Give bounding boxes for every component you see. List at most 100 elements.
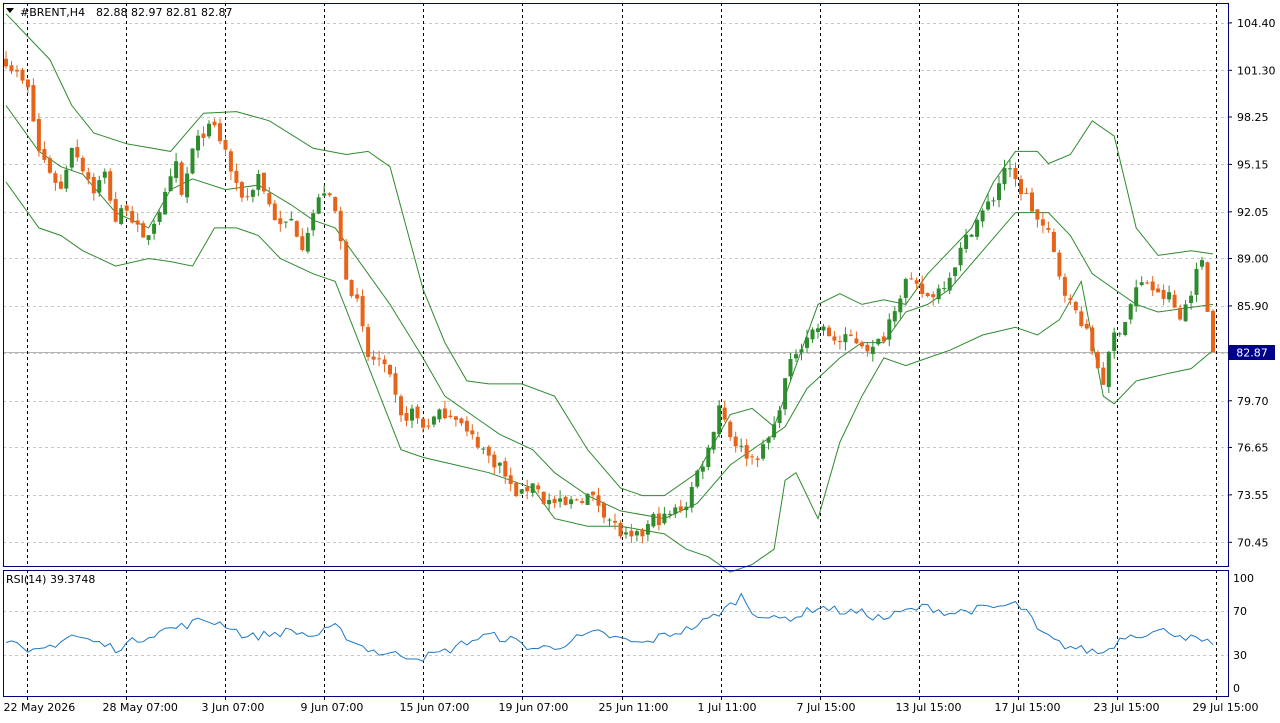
candle-164 xyxy=(903,277,908,306)
candle-body xyxy=(250,190,255,197)
time-tick-label-11: 23 Jul 15:00 xyxy=(1094,701,1160,714)
candle-body xyxy=(36,119,41,152)
candle-53 xyxy=(294,220,299,238)
candle-body xyxy=(289,218,294,221)
candle-147 xyxy=(810,327,815,343)
candle-146 xyxy=(805,329,809,353)
candle-body xyxy=(300,236,305,250)
candle-186 xyxy=(1024,187,1029,194)
candle-body xyxy=(157,212,162,222)
candle-body xyxy=(42,149,47,160)
candle-body xyxy=(366,327,371,357)
candle-body xyxy=(453,416,458,420)
chart-canvas[interactable]: 104.40 101.30 98.25 95.15 92.05 89.00 85.90 82.… xyxy=(0,0,1280,720)
candle-2 xyxy=(15,65,19,78)
candle-body xyxy=(190,148,195,174)
candle-209 xyxy=(1150,276,1155,297)
candle-body xyxy=(558,498,563,502)
candle-151 xyxy=(832,331,837,345)
candle-101 xyxy=(558,490,563,508)
candle-215 xyxy=(1183,300,1188,322)
candle-body xyxy=(355,294,360,299)
candle-body xyxy=(656,513,661,526)
candle-56 xyxy=(311,209,316,236)
candle-133 xyxy=(733,431,738,453)
candle-body xyxy=(1205,262,1210,312)
candle-17 xyxy=(97,175,102,197)
candle-body xyxy=(1084,323,1089,329)
candle-body xyxy=(964,234,969,249)
candle-body xyxy=(508,475,513,484)
candle-19 xyxy=(108,168,113,204)
candle-body xyxy=(1172,294,1177,308)
candle-206 xyxy=(1134,279,1139,312)
chart-window[interactable]: 104.40 101.30 98.25 95.15 92.05 89.00 85.90 82.… xyxy=(0,0,1280,720)
candle-body xyxy=(931,294,936,298)
candle-body xyxy=(311,213,316,231)
candle-198 xyxy=(1090,325,1095,355)
current-price-marker: 82.87 xyxy=(1229,345,1275,360)
dropdown-arrow-icon[interactable] xyxy=(6,8,14,13)
candle-body xyxy=(152,223,157,234)
candle-69 xyxy=(382,355,387,373)
candle-60 xyxy=(333,196,338,214)
candle-72 xyxy=(399,394,403,422)
candle-body xyxy=(953,267,958,276)
candle-body xyxy=(821,326,826,331)
candle-172 xyxy=(947,272,952,295)
candle-body xyxy=(1040,219,1045,226)
candle-body xyxy=(640,529,645,537)
candle-body xyxy=(837,341,842,343)
candle-106 xyxy=(585,493,590,505)
time-tick-label-5: 19 Jun 07:00 xyxy=(499,701,569,714)
candle-body xyxy=(695,470,700,487)
candle-130 xyxy=(717,400,722,438)
candle-body xyxy=(69,148,74,168)
candle-204 xyxy=(1123,321,1128,337)
candle-body xyxy=(980,210,985,222)
candle-27 xyxy=(152,219,157,240)
candle-98 xyxy=(541,491,546,505)
candle-33 xyxy=(185,167,190,204)
time-tick-label-0: 22 May 2026 xyxy=(4,701,76,714)
candle-body xyxy=(958,247,963,266)
candle-171 xyxy=(942,281,947,292)
candle-128 xyxy=(706,444,711,471)
candle-body xyxy=(393,373,398,395)
candle-58 xyxy=(322,185,327,197)
candle-body xyxy=(848,334,853,336)
candle-body xyxy=(86,172,91,180)
candle-44 xyxy=(245,188,250,201)
candle-12 xyxy=(69,147,74,171)
candle-51 xyxy=(283,221,288,229)
candle-149 xyxy=(821,323,826,336)
candle-body xyxy=(711,431,716,450)
candle-200 xyxy=(1101,362,1106,385)
candle-body xyxy=(585,493,590,505)
candle-26 xyxy=(146,235,151,245)
candle-95 xyxy=(525,479,530,500)
candle-body xyxy=(163,191,168,215)
candle-body xyxy=(15,69,19,72)
candle-94 xyxy=(519,489,524,495)
candle-body xyxy=(536,485,541,490)
candle-body xyxy=(662,513,667,524)
price-tick-label-9: 76.65 xyxy=(1237,441,1269,454)
candle-body xyxy=(1183,304,1188,322)
candle-body xyxy=(294,221,299,237)
candle-body xyxy=(168,176,173,192)
time-tick-label-10: 17 Jul 15:00 xyxy=(995,701,1061,714)
candle-62 xyxy=(344,239,349,280)
candle-body xyxy=(410,408,414,421)
symbol-label: #BRENT,H4 xyxy=(20,6,85,19)
candle-110 xyxy=(607,518,612,527)
candle-body xyxy=(799,349,804,353)
candle-168 xyxy=(925,292,930,298)
candle-42 xyxy=(234,163,239,191)
candle-body xyxy=(700,466,705,472)
candle-body xyxy=(733,436,738,447)
candle-187 xyxy=(1030,187,1034,212)
candle-body xyxy=(1008,168,1012,170)
candle-body xyxy=(569,499,574,505)
candle-body xyxy=(684,506,689,510)
